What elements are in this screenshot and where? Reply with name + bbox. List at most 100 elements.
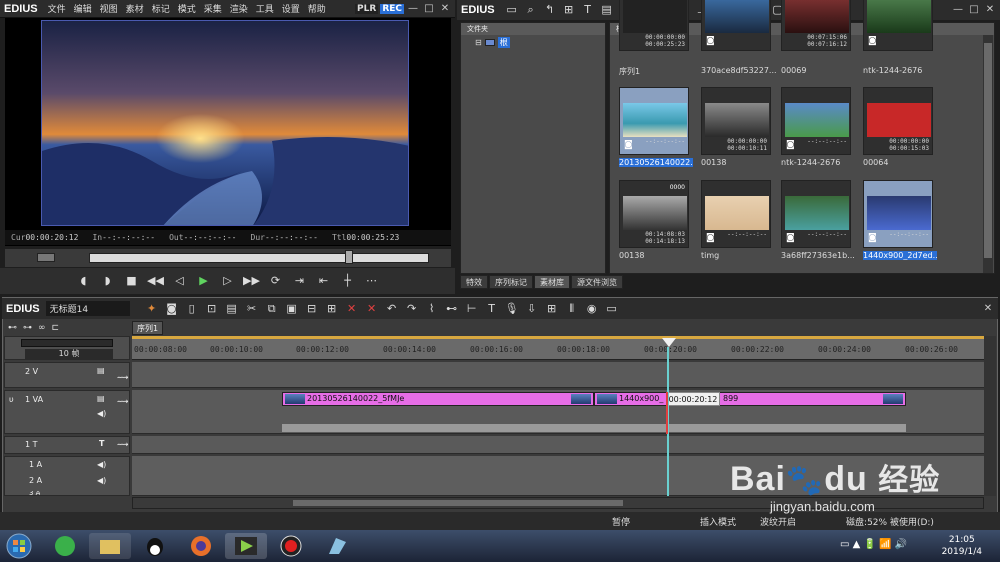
expand-icon[interactable]: ⟿ [117, 397, 128, 406]
mixer-icon[interactable]: ⫴ [564, 301, 580, 317]
audio-clip[interactable] [282, 424, 906, 432]
microphone-icon[interactable]: 🎙 [504, 301, 520, 317]
zoom-slider[interactable] [21, 339, 113, 347]
track-lane-va1[interactable]: 20130526140022_5fMJe 1440x900_ 899 00:00… [132, 390, 984, 434]
step-forward-icon[interactable]: ▷ [219, 272, 237, 290]
replace-icon[interactable]: ⊟ [304, 301, 320, 317]
track-header-t1[interactable]: 1 T T ⟿ [4, 436, 130, 454]
clip-thumb[interactable]: ◙ --:--:--:-- [781, 180, 851, 248]
step-back-icon[interactable]: ◁ [171, 272, 189, 290]
delete-icon[interactable]: ✕ [344, 301, 360, 317]
root-folder[interactable]: 根 [497, 37, 510, 48]
menu-mode[interactable]: 模式 [174, 2, 200, 15]
clip-thumb-selected[interactable]: ◙ --:--:--:-- [863, 180, 933, 248]
maximize-icon[interactable]: □ [422, 2, 436, 16]
copy-icon[interactable]: ⧉ [264, 301, 280, 317]
up-folder-icon[interactable]: ↰ [542, 2, 558, 18]
jog-slider[interactable] [37, 253, 55, 262]
firefox-icon[interactable] [180, 533, 222, 559]
expand-icon[interactable]: ⟿ [117, 373, 128, 382]
start-button[interactable] [2, 533, 36, 559]
hscroll-thumb[interactable] [293, 500, 623, 506]
track-header-v2[interactable]: 2 V ▤ ⟿ [4, 362, 130, 388]
clip-thumb[interactable]: 00:00:00:00 00:00:25:23 [619, 0, 689, 51]
title-track-icon[interactable]: T [99, 439, 104, 448]
recorder-icon[interactable] [270, 533, 312, 559]
shuttle-track[interactable] [89, 253, 429, 263]
speaker-icon[interactable]: ◀) [97, 460, 106, 469]
link-tracks-icon[interactable]: ⊷ [8, 323, 17, 333]
loop-icon[interactable]: ⟳ [267, 272, 285, 290]
clip-thumb[interactable]: 00:00:00:00 00:00:15:03 [863, 87, 933, 155]
app-icon[interactable] [316, 533, 358, 559]
sync-icon[interactable]: ∞ [38, 323, 46, 333]
app-360-icon[interactable] [44, 533, 86, 559]
multicam-icon[interactable]: ⊞ [544, 301, 560, 317]
track-lane-t1[interactable] [132, 436, 984, 454]
add-marker-icon[interactable]: ⊢ [464, 301, 480, 317]
video-toggle-icon[interactable]: ▤ [97, 394, 105, 403]
menu-settings[interactable]: 设置 [278, 2, 304, 15]
camera-icon[interactable]: ◙ [164, 301, 180, 317]
clock[interactable]: 21:05 2019/1/4 [942, 534, 982, 558]
new-project-icon[interactable]: ✦ [144, 301, 160, 317]
menu-help[interactable]: 帮助 [304, 2, 330, 15]
close-icon[interactable]: ✕ [438, 2, 452, 16]
text-icon[interactable]: T [580, 2, 596, 18]
clip-thumb[interactable]: ◙ [863, 0, 933, 51]
zoom-level[interactable]: 10 帧 [25, 349, 113, 359]
rec-toggle[interactable]: REC [380, 3, 404, 14]
folder-icon[interactable]: ▭ [504, 2, 520, 18]
link-icon[interactable]: ⊷ [444, 301, 460, 317]
set-out-icon[interactable]: ◗ [99, 272, 117, 290]
overwrite-icon[interactable]: ⇤ [315, 272, 333, 290]
search-icon[interactable]: ⌕ [523, 2, 539, 18]
audio-toggle-icon[interactable]: ◀) [97, 409, 106, 418]
bin-scrollbar[interactable] [983, 35, 993, 273]
speaker-icon[interactable]: ◀) [97, 476, 106, 485]
vectorscope-icon[interactable]: ◉ [584, 301, 600, 317]
open-icon[interactable]: ⊡ [204, 301, 220, 317]
clip-thumb[interactable]: 00:00:00:00 00:00:10:11 [701, 87, 771, 155]
cut-icon[interactable]: ✂ [244, 301, 260, 317]
new-sequence-icon[interactable]: ▯ [184, 301, 200, 317]
add-clip-icon[interactable]: ⊞ [561, 2, 577, 18]
set-in-icon[interactable]: ◖ [75, 272, 93, 290]
clip-thumb[interactable]: 00:07:15:06 00:07:16:12 [781, 0, 851, 51]
ripple-icon[interactable]: ⊞ [324, 301, 340, 317]
tab-effects[interactable]: 特效 [460, 275, 488, 289]
stop-icon[interactable]: ■ [123, 272, 141, 290]
explorer-icon[interactable] [89, 533, 131, 559]
tab-bin[interactable]: 素材库 [534, 275, 570, 289]
color-bar-icon[interactable]: ▤ [599, 2, 615, 18]
snap-toggle-icon[interactable]: ⊏ [52, 323, 60, 333]
tab-sequence-markers[interactable]: 序列标记 [489, 275, 533, 289]
title-icon[interactable]: T [484, 301, 500, 317]
minimize-icon[interactable]: — [406, 2, 420, 16]
shuttle-handle[interactable] [345, 250, 353, 264]
clip-thumb[interactable]: ◙ [701, 0, 771, 51]
expand-icon[interactable]: ⟿ [117, 440, 128, 449]
timeline-clip[interactable]: 20130526140022_5fMJe [282, 392, 594, 406]
video-toggle-icon[interactable]: ▤ [97, 366, 105, 375]
ripple-toggle-icon[interactable]: υ [9, 395, 14, 404]
sequence-tab[interactable]: 序列1 [132, 321, 164, 335]
tab-source-browser[interactable]: 源文件浏览 [571, 275, 623, 289]
scrub-bar[interactable] [5, 249, 451, 267]
track-header-va1[interactable]: υ 1 VA ▤ ◀) ⟿ [4, 390, 130, 434]
insert-icon[interactable]: ⇥ [291, 272, 309, 290]
menu-render[interactable]: 渲染 [226, 2, 252, 15]
bin-minimize-icon[interactable]: — [951, 3, 965, 17]
plr-toggle[interactable]: PLR [355, 3, 379, 14]
bin-scroll-thumb[interactable] [984, 43, 992, 258]
menu-capture[interactable]: 采集 [200, 2, 226, 15]
clip-thumb[interactable]: ◙ --:--:--:-- [781, 87, 851, 155]
menu-marker[interactable]: 标记 [148, 2, 174, 15]
expand-icon[interactable]: ⊟ [475, 38, 482, 47]
fast-forward-icon[interactable]: ▶▶ [243, 272, 261, 290]
edius-taskbar-icon[interactable] [225, 533, 267, 559]
tray-icons[interactable]: ▭ ▲ 🔋 📶 🔊 [840, 539, 907, 550]
clip-thumb[interactable]: 0000 00:14:08:03 00:14:18:13 [619, 180, 689, 248]
rewind-icon[interactable]: ◀◀ [147, 272, 165, 290]
playhead-handle[interactable] [662, 338, 676, 347]
